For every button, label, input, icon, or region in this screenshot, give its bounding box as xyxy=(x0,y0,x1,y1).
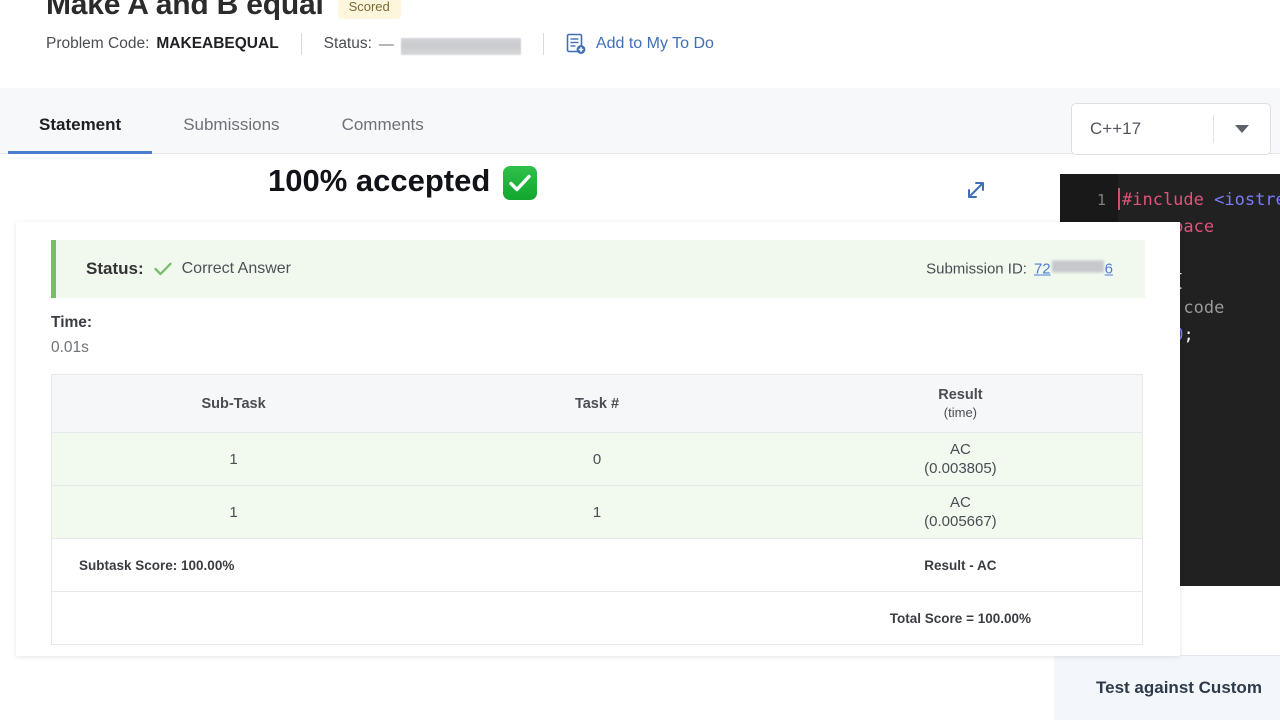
cell-result: AC (0.003805) xyxy=(778,432,1143,486)
expand-arrows-icon[interactable] xyxy=(958,172,994,208)
problem-code-label: Problem Code: xyxy=(46,35,150,52)
table-header-row: Sub-Task Task # Result (time) xyxy=(51,374,1143,433)
language-select[interactable]: C++17 xyxy=(1071,103,1271,155)
cell-empty xyxy=(415,538,779,592)
header-result: Result (time) xyxy=(778,374,1143,433)
accepted-overlay-text: 100% accepted xyxy=(268,163,491,198)
add-to-my-todo-label: Add to My To Do xyxy=(595,35,714,52)
submission-id-link[interactable]: 72 6 xyxy=(1033,260,1113,278)
tabs-bar: Statement Submissions Comments C++17 xyxy=(0,88,1280,155)
problem-header: Make A and B equal Scored Problem Code: … xyxy=(0,0,1280,90)
header-sub-task: Sub-Task xyxy=(51,374,416,433)
page-root: Make A and B equal Scored Problem Code: … xyxy=(0,0,1280,720)
page-title: Make A and B equal xyxy=(46,0,324,21)
meta-divider-2 xyxy=(542,33,544,55)
status-value-redacted xyxy=(400,37,521,55)
white-check-mark-emoji xyxy=(503,166,538,200)
time-value: 0.01s xyxy=(51,339,89,356)
submission-status-label: Status: xyxy=(86,259,144,278)
cell-subtask-score: Subtask Score: 100.00% xyxy=(51,538,416,592)
submission-id-group: Submission ID: 72 6 xyxy=(926,260,1113,278)
meta-divider-1 xyxy=(300,33,302,55)
submission-status-banner: Status: Correct Answer Submission ID: 72… xyxy=(51,240,1145,298)
header-task-num: Task # xyxy=(415,374,779,433)
tab-statement[interactable]: Statement xyxy=(8,115,153,154)
document-add-icon xyxy=(566,33,586,55)
cell-task: 1 xyxy=(415,485,779,539)
editor-line-number: 1 xyxy=(1096,191,1106,209)
problem-status-item: Status: — xyxy=(323,35,521,55)
submission-status-group: Status: Correct Answer xyxy=(56,259,291,279)
chevron-down-icon[interactable] xyxy=(1214,125,1270,133)
execution-time-block: Time: 0.01s xyxy=(51,314,92,357)
check-mark-icon xyxy=(153,262,172,276)
accepted-overlay-annotation: 100% accepted xyxy=(268,163,538,200)
cell-subtask: 1 xyxy=(51,432,416,486)
result-table-body: 1 0 AC (0.003805) 1 1 AC (0.005667) Subt… xyxy=(51,432,1143,645)
status-dash: — xyxy=(378,35,394,53)
cell-empty xyxy=(51,591,416,645)
submission-id-blurred-part xyxy=(1051,260,1104,273)
subtask-summary-row: Subtask Score: 100.00% Result - AC xyxy=(51,538,1143,592)
problem-code-value: MAKEABEQUAL xyxy=(156,35,279,52)
table-row: 1 1 AC (0.005667) xyxy=(51,485,1143,539)
submission-result-modal: Status: Correct Answer Submission ID: 72… xyxy=(16,222,1180,656)
submission-status-value: Correct Answer xyxy=(181,260,291,277)
scored-badge: Scored xyxy=(337,0,401,19)
table-row: 1 0 AC (0.003805) xyxy=(51,432,1143,486)
submission-id-suffix: 6 xyxy=(1104,260,1113,278)
submission-id-label: Submission ID: xyxy=(926,260,1027,278)
cell-result: AC (0.005667) xyxy=(778,485,1143,539)
result-table-head: Sub-Task Task # Result (time) xyxy=(51,374,1143,433)
test-against-custom-label: Test against Custom xyxy=(1096,678,1262,697)
cell-empty xyxy=(415,591,779,645)
result-table: Sub-Task Task # Result (time) 1 0 AC (0.… xyxy=(51,374,1143,645)
cell-task: 0 xyxy=(415,432,779,486)
submission-id-prefix: 72 xyxy=(1033,260,1051,278)
problem-meta-row: Problem Code: MAKEABEQUAL Status: — Add … xyxy=(46,33,714,55)
add-to-my-todo-button[interactable]: Add to My To Do xyxy=(566,33,714,55)
time-label: Time: xyxy=(51,314,93,331)
cell-subtask: 1 xyxy=(51,485,416,539)
problem-code-item: Problem Code: MAKEABEQUAL xyxy=(46,35,279,53)
cell-subtask-result: Result - AC xyxy=(778,538,1143,592)
total-score-row: Total Score = 100.00% xyxy=(51,591,1143,645)
editor-cursor-bar xyxy=(1118,188,1120,210)
problem-status-label: Status: xyxy=(323,35,372,52)
test-against-custom-panel[interactable]: Test against Custom xyxy=(1054,655,1280,720)
tab-comments[interactable]: Comments xyxy=(311,115,455,153)
editor-code-line: #include <iostre xyxy=(1122,190,1280,210)
tab-submissions[interactable]: Submissions xyxy=(152,115,310,153)
language-select-value: C++17 xyxy=(1090,119,1142,138)
title-row: Make A and B equal Scored xyxy=(46,0,401,22)
cell-total-score: Total Score = 100.00% xyxy=(778,591,1143,645)
